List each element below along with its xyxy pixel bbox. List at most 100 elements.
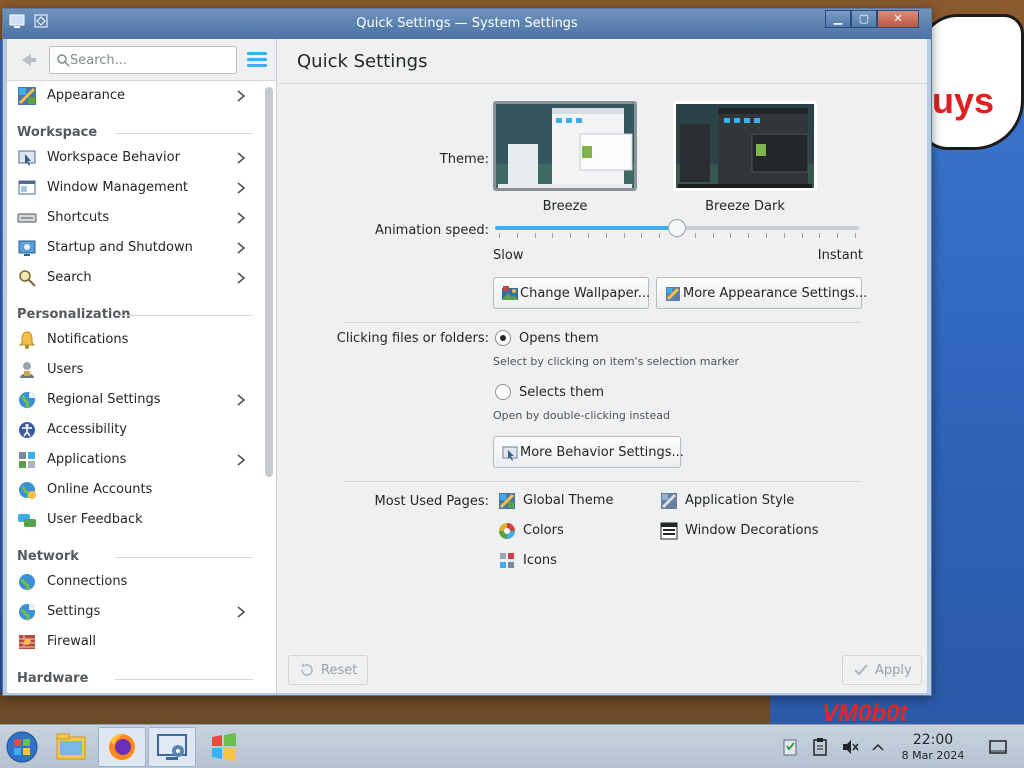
window-client-area: Appearance Workspace Workspace Behavior Win…: [7, 39, 927, 693]
reset-icon: [299, 662, 315, 678]
sidebar-item-label: Regional Settings: [47, 392, 161, 407]
change-wallpaper-button[interactable]: Change Wallpaper...: [493, 277, 651, 309]
chevron-right-icon: [235, 209, 247, 227]
opens-them-label[interactable]: Opens them: [519, 331, 599, 346]
theme-breeze-thumbnail[interactable]: [493, 101, 637, 191]
sidebar-section-hardware: Hardware: [17, 663, 253, 691]
slider-tick: [801, 233, 803, 238]
sidebar-item-connections[interactable]: Connections: [7, 567, 263, 597]
search-input[interactable]: [70, 51, 230, 69]
more-behavior-settings-button[interactable]: More Behavior Settings...: [493, 436, 684, 468]
icons-icon: [497, 551, 517, 571]
minimize-button[interactable]: ▁: [825, 10, 851, 28]
show-desktop-icon[interactable]: [988, 737, 1008, 757]
file-manager-taskbar-icon[interactable]: [48, 727, 96, 767]
global-theme-icon: [497, 491, 517, 511]
most-used-window-decorations[interactable]: Window Decorations: [659, 519, 859, 543]
back-icon[interactable]: [17, 49, 39, 71]
sidebar-item-user-feedback[interactable]: User Feedback: [7, 505, 263, 535]
sidebar-section-title: Personalization: [17, 307, 131, 322]
sidebar-header: [7, 39, 276, 81]
sidebar-item-workspace-behavior[interactable]: Workspace Behavior: [7, 143, 263, 173]
chevron-right-icon: [235, 269, 247, 287]
chevron-right-icon: [235, 149, 247, 167]
sidebar-item-label: Accessibility: [47, 422, 127, 437]
theme-breeze-dark-thumbnail[interactable]: [673, 101, 817, 191]
window-management-icon: [17, 178, 37, 198]
slider-tick: [623, 233, 625, 238]
most-used-colors[interactable]: Colors: [497, 519, 647, 543]
title-divider: [279, 83, 927, 84]
most-used-global-theme[interactable]: Global Theme: [497, 489, 647, 513]
clock-date[interactable]: 8 Mar 2024: [892, 749, 974, 762]
animation-speed-fill: [495, 226, 677, 230]
checkmark-icon: [853, 662, 869, 678]
icons-label: Icons: [523, 553, 557, 568]
search-field[interactable]: [49, 46, 237, 74]
chevron-right-icon: [235, 391, 247, 409]
system-settings-window: Quick Settings — System Settings ▁ ▢ ✕ S…: [2, 8, 932, 696]
slider-tick: [855, 233, 856, 238]
sidebar-item-online-accounts[interactable]: Online Accounts: [7, 475, 263, 505]
sidebar-item-label: Workspace Behavior: [47, 150, 180, 165]
system-settings-taskbar-icon[interactable]: [148, 727, 196, 767]
sidebar-item-label: Startup and Shutdown: [47, 240, 193, 255]
slider-tick: [659, 233, 661, 238]
sidebar-item-search[interactable]: Search: [7, 263, 263, 293]
animation-speed-handle[interactable]: [668, 219, 686, 237]
slider-tick: [837, 233, 839, 238]
firefox-taskbar-icon[interactable]: [98, 727, 146, 767]
sidebar-item-label: User Feedback: [47, 512, 143, 527]
hamburger-menu-icon[interactable]: [247, 51, 267, 69]
volume-muted-icon[interactable]: [840, 737, 860, 757]
slider-tick: [694, 233, 696, 238]
sidebar-item-users[interactable]: Users: [7, 355, 263, 385]
sidebar-item-accessibility[interactable]: Accessibility: [7, 415, 263, 445]
sidebar-item-startup-and-shutdown[interactable]: Startup and Shutdown: [7, 233, 263, 263]
title-bar[interactable]: Quick Settings — System Settings ▁ ▢ ✕: [3, 9, 931, 39]
keyboard-icon: [17, 208, 37, 228]
sidebar-item-label: Online Accounts: [47, 482, 153, 497]
more-appearance-settings-button[interactable]: More Appearance Settings...: [656, 277, 867, 309]
reset-button[interactable]: Reset: [288, 655, 368, 685]
opens-them-radio[interactable]: [495, 330, 511, 346]
window-decorations-label: Window Decorations: [685, 523, 819, 538]
apply-button[interactable]: Apply: [842, 655, 922, 685]
chevron-right-icon: [235, 239, 247, 257]
sidebar-item-shortcuts[interactable]: Shortcuts: [7, 203, 263, 233]
slider-tick: [570, 233, 572, 238]
sidebar-item-firewall[interactable]: Firewall: [7, 627, 263, 657]
applications-icon: [17, 450, 37, 470]
tray-expand-chevron-icon[interactable]: [868, 737, 888, 757]
sidebar-section-rule: [115, 315, 253, 316]
sidebar-item-regional-settings[interactable]: Regional Settings: [7, 385, 263, 415]
most-used-pages-label: Most Used Pages:: [374, 494, 489, 509]
sidebar-scrollbar[interactable]: [265, 87, 273, 477]
theme-label: Theme:: [439, 152, 489, 167]
change-wallpaper-label: Change Wallpaper...: [520, 286, 651, 301]
sidebar-item-appearance[interactable]: Appearance: [7, 81, 263, 111]
close-button[interactable]: ✕: [877, 10, 919, 28]
more-behavior-settings-label: More Behavior Settings...: [520, 445, 684, 460]
clock-time[interactable]: 22:00: [898, 732, 968, 748]
most-used-application-style[interactable]: Application Style: [659, 489, 839, 513]
selects-them-label[interactable]: Selects them: [519, 385, 604, 400]
selects-them-radio[interactable]: [495, 384, 511, 400]
animation-speed-label: Animation speed:: [374, 223, 489, 238]
clipboard-tray-icon[interactable]: [810, 737, 830, 757]
sidebar-section-title: Hardware: [17, 671, 89, 686]
opens-them-hint: Select by clicking on item's selection m…: [493, 355, 739, 368]
sidebar-item-applications[interactable]: Applications: [7, 445, 263, 475]
global-theme-label: Global Theme: [523, 493, 614, 508]
start-menu-button[interactable]: [0, 727, 48, 767]
sidebar-section-title: Network: [17, 549, 79, 564]
maximize-button[interactable]: ▢: [851, 10, 877, 28]
most-used-icons[interactable]: Icons: [497, 549, 647, 573]
sidebar-item-label: Users: [47, 362, 84, 377]
sidebar-item-settings[interactable]: Settings: [7, 597, 263, 627]
updates-tray-icon[interactable]: [780, 737, 800, 757]
sidebar-item-label: Shortcuts: [47, 210, 110, 225]
sidebar-item-window-management[interactable]: Window Management: [7, 173, 263, 203]
windows-taskbar-icon[interactable]: [200, 727, 248, 767]
sidebar-item-notifications[interactable]: Notifications: [7, 325, 263, 355]
